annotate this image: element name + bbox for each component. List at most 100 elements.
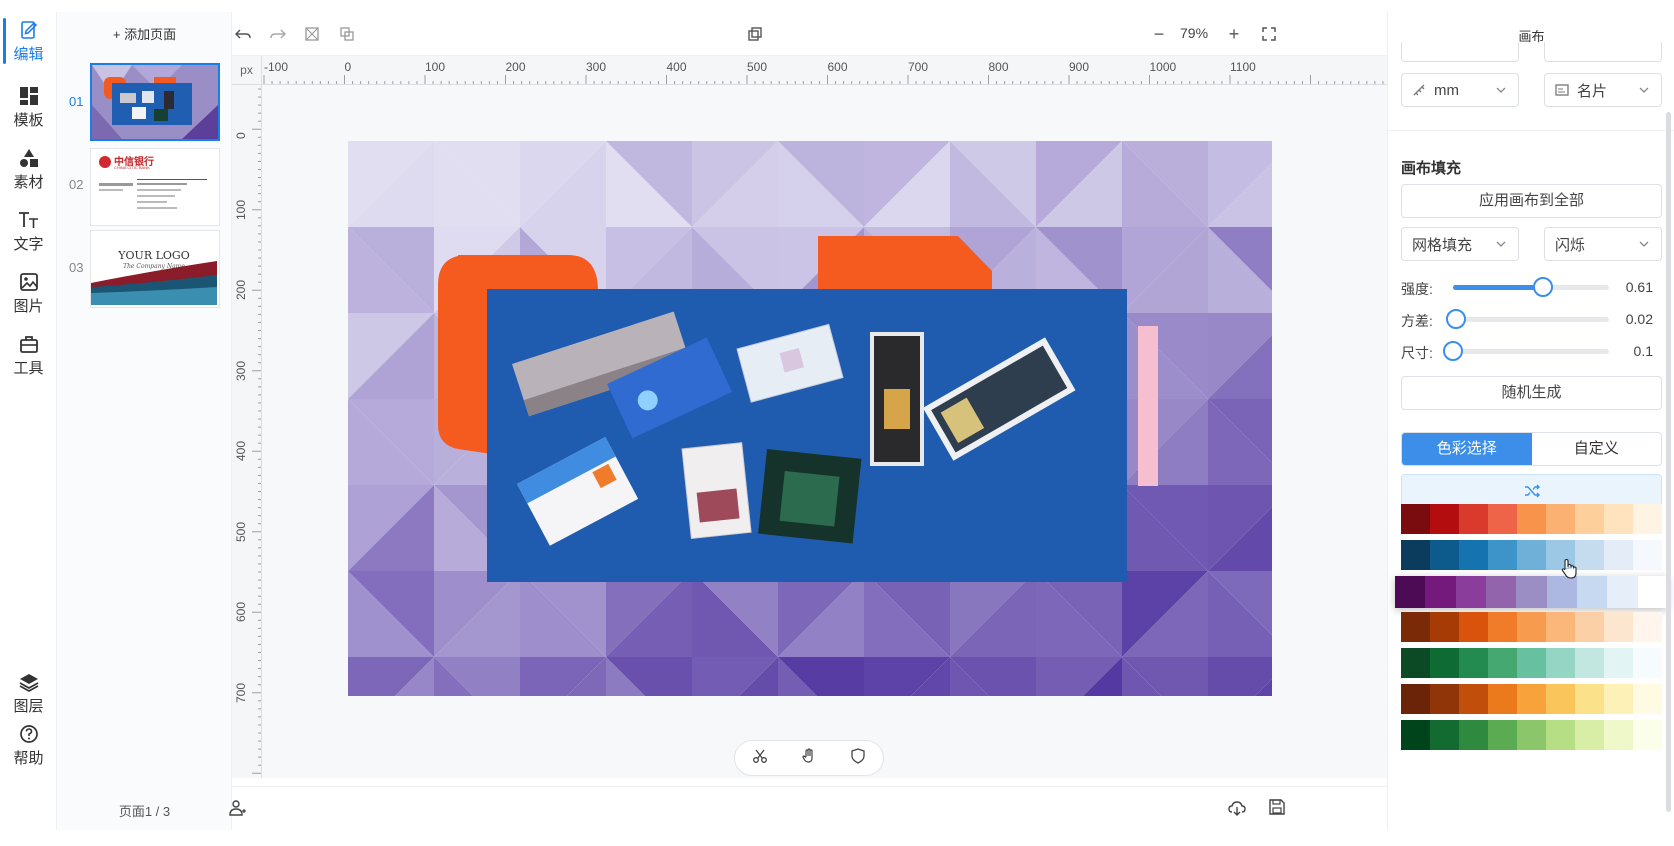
color-swatch <box>1459 612 1488 642</box>
properties-panel: 画布 mm 名片 画布填充 应用画布到全部 网格填充 闪烁 强度: 0.61 方… <box>1387 12 1674 830</box>
thumb-text-line <box>137 189 181 191</box>
shuffle-icon <box>1524 484 1540 498</box>
copy-button[interactable] <box>744 23 766 45</box>
product-photo[interactable] <box>487 289 1127 582</box>
width-input[interactable] <box>1401 42 1519 62</box>
size-select[interactable]: 名片 <box>1544 73 1662 107</box>
download-button[interactable] <box>1228 799 1246 822</box>
color-swatch <box>1604 648 1633 678</box>
page-thumbnail-3[interactable]: YOUR LOGO The Company Name <box>90 230 220 308</box>
random-generate-button[interactable]: 随机生成 <box>1401 376 1662 410</box>
save-button[interactable] <box>1269 799 1285 820</box>
intensity-slider[interactable]: 强度: 0.61 <box>1401 276 1671 298</box>
height-input[interactable] <box>1544 42 1662 62</box>
rail-image[interactable]: 图片 <box>0 264 57 322</box>
add-page-button[interactable]: + 添加页面 <box>57 22 232 48</box>
color-palette-row[interactable] <box>1401 540 1662 570</box>
page-thumbnail-2[interactable]: 中信银行 CHINA CITIC BANK <box>90 148 220 226</box>
rail-template-label: 模板 <box>13 111 44 129</box>
rail-edit-label: 编辑 <box>13 45 44 63</box>
slider-track[interactable] <box>1453 277 1609 297</box>
rail-layers[interactable]: 图层 <box>0 664 57 722</box>
bottom-bar <box>229 786 1387 830</box>
size-select-value: 名片 <box>1577 82 1608 100</box>
divider <box>1388 130 1674 131</box>
color-swatch <box>1576 576 1608 608</box>
image-icon <box>18 271 40 293</box>
undo-button[interactable] <box>232 23 254 45</box>
tab-custom[interactable]: 自定义 <box>1532 433 1662 465</box>
rail-help-label: 帮助 <box>13 749 44 767</box>
thumb-text-line <box>137 195 175 197</box>
color-palette-row[interactable] <box>1401 720 1662 750</box>
redo-button[interactable] <box>267 23 289 45</box>
rail-text[interactable]: 文字 <box>0 202 57 260</box>
color-palette-row[interactable] <box>1401 648 1662 678</box>
apply-to-all-button[interactable]: 应用画布到全部 <box>1401 184 1662 218</box>
lock-button[interactable] <box>850 747 866 769</box>
hand-icon <box>802 747 813 763</box>
slider-thumb[interactable] <box>1446 309 1467 329</box>
design-canvas[interactable] <box>348 141 1272 696</box>
color-swatch <box>1575 540 1604 570</box>
hand-tool-button[interactable] <box>801 747 817 769</box>
slider-thumb[interactable] <box>1443 341 1463 361</box>
redo-icon <box>270 29 286 39</box>
slider-label: 方差: <box>1401 313 1433 329</box>
color-swatch <box>1517 720 1546 750</box>
tab-color-select[interactable]: 色彩选择 <box>1402 433 1532 465</box>
unit-select[interactable]: mm <box>1401 73 1519 107</box>
color-swatch <box>1488 720 1517 750</box>
color-swatch <box>1485 576 1517 608</box>
orange-tab-shape[interactable] <box>818 236 992 291</box>
vertical-ruler: 0 100 200 300 400 500 600 700 <box>232 85 262 778</box>
color-palette-row[interactable] <box>1401 684 1662 714</box>
slider-track[interactable] <box>1443 341 1609 361</box>
rail-template[interactable]: 模板 <box>0 78 57 136</box>
collaborators-button[interactable] <box>229 799 247 822</box>
effect-select[interactable]: 闪烁 <box>1544 227 1662 261</box>
color-swatch <box>1575 684 1604 714</box>
slider-track[interactable] <box>1446 309 1609 329</box>
pink-bar[interactable] <box>1138 326 1158 486</box>
rail-assets[interactable]: 素材 <box>0 140 57 198</box>
rail-text-label: 文字 <box>13 235 44 253</box>
page-thumbnail-1[interactable] <box>90 63 220 141</box>
slider-thumb[interactable] <box>1533 277 1554 297</box>
color-swatch <box>1604 612 1633 642</box>
fill-type-value: 网格填充 <box>1412 236 1473 254</box>
shuffle-button[interactable] <box>1401 474 1662 508</box>
size-slider[interactable]: 尺寸: 0.1 <box>1401 340 1671 362</box>
color-palette-row[interactable] <box>1395 576 1668 608</box>
rail-tools[interactable]: 工具 <box>0 326 57 384</box>
color-palette-row[interactable] <box>1401 504 1662 534</box>
color-swatch <box>1401 612 1430 642</box>
color-swatch <box>1459 648 1488 678</box>
rail-edit[interactable]: 编辑 <box>0 12 57 70</box>
fullscreen-button[interactable] <box>1258 23 1280 45</box>
chevron-down-icon <box>1496 87 1506 93</box>
variance-slider[interactable]: 方差: 0.02 <box>1401 308 1671 330</box>
fill-type-select[interactable]: 网格填充 <box>1401 227 1519 261</box>
slider-label: 强度: <box>1401 281 1433 297</box>
thumb-text-line <box>99 189 123 191</box>
bank-logo-icon <box>99 156 111 168</box>
zoom-in-button[interactable]: + <box>1223 23 1245 45</box>
color-palette-row[interactable] <box>1401 612 1662 642</box>
ungroup-button[interactable] <box>336 23 358 45</box>
color-swatch <box>1517 504 1546 534</box>
color-swatch <box>1633 504 1662 534</box>
horizontal-ruler: -100 0 100 200 300 400 500 600 700 800 900 1000 1100 <box>262 56 1387 85</box>
rail-help[interactable]: 帮助 <box>0 716 57 774</box>
zoom-out-button[interactable]: − <box>1148 23 1170 45</box>
cut-button[interactable] <box>752 748 768 769</box>
zoom-level[interactable]: 79% <box>1180 25 1208 41</box>
color-swatch <box>1604 504 1633 534</box>
color-swatch <box>1633 720 1662 750</box>
color-swatch <box>1430 684 1459 714</box>
group-button[interactable] <box>301 23 323 45</box>
thumb-rule <box>137 179 207 180</box>
panel-scrollbar[interactable] <box>1666 112 1671 812</box>
pages-panel: + 添加页面 01 02 中信银行 CHINA CITIC BANK 03 YO… <box>57 12 232 830</box>
color-swatch <box>1633 612 1662 642</box>
